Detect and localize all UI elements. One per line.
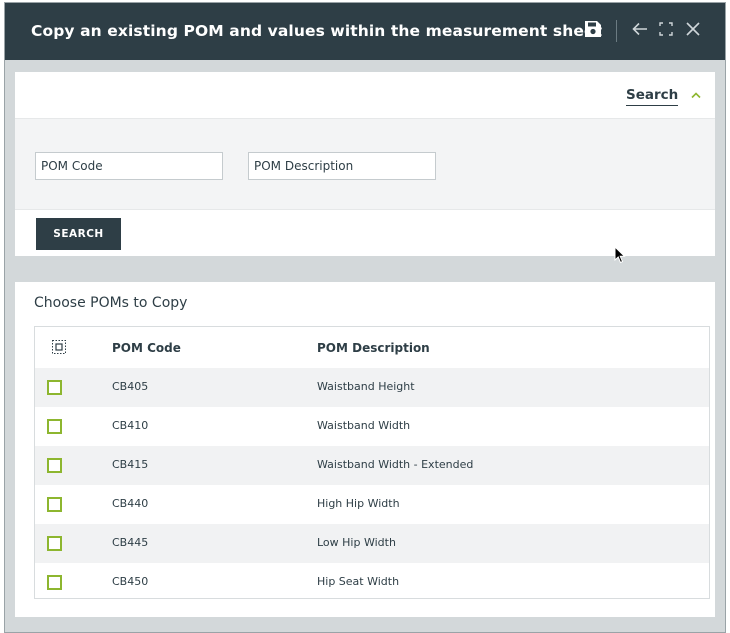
copy-pom-dialog: Copy an existing POM and values within t…: [4, 2, 726, 633]
table-row[interactable]: CB410 Waistband Width: [35, 407, 709, 446]
pom-description-input[interactable]: [248, 152, 436, 180]
pom-code-cell: CB415: [112, 458, 149, 471]
pom-code-cell: CB440: [112, 497, 149, 510]
pom-description-cell: Waistband Width - Extended: [317, 458, 474, 471]
search-panel-header: Search: [15, 72, 715, 118]
pom-code-input[interactable]: [35, 152, 223, 180]
table-row[interactable]: CB450 Hip Seat Width: [35, 563, 709, 598]
choose-poms-panel: Choose POMs to Copy POM Code POM Descrip…: [15, 282, 715, 617]
search-toggle[interactable]: Search: [626, 87, 701, 106]
select-all-icon[interactable]: [52, 339, 66, 354]
dialog-title: Copy an existing POM and values within t…: [31, 22, 603, 40]
row-checkbox[interactable]: [47, 380, 62, 395]
list-title: Choose POMs to Copy: [34, 295, 188, 311]
column-header-description: POM Description: [317, 341, 430, 355]
search-button[interactable]: SEARCH: [36, 218, 121, 250]
table-row[interactable]: CB440 High Hip Width: [35, 485, 709, 524]
pom-description-cell: Hip Seat Width: [317, 575, 400, 588]
pom-code-cell: CB410: [112, 419, 149, 432]
column-header-code: POM Code: [112, 341, 181, 355]
pom-description-cell: Waistband Height: [317, 380, 415, 393]
row-checkbox[interactable]: [47, 458, 62, 473]
search-fields-area: [15, 118, 715, 210]
table-row[interactable]: CB405 Waistband Height: [35, 368, 709, 407]
header-divider: [616, 20, 617, 42]
pom-table: POM Code POM Description CB405 Waistband…: [34, 326, 710, 599]
row-checkbox[interactable]: [47, 536, 62, 551]
table-header: POM Code POM Description: [35, 327, 709, 368]
table-row[interactable]: CB415 Waistband Width - Extended: [35, 446, 709, 485]
pom-description-cell: Low Hip Width: [317, 536, 396, 549]
pom-description-cell: Waistband Width: [317, 419, 411, 432]
fullscreen-icon[interactable]: [658, 20, 674, 42]
pom-code-cell: CB405: [112, 380, 149, 393]
row-checkbox[interactable]: [47, 419, 62, 434]
chevron-up-icon: [691, 88, 701, 102]
table-row[interactable]: CB445 Low Hip Width: [35, 524, 709, 563]
save-icon[interactable]: [584, 20, 602, 42]
pom-code-cell: CB450: [112, 575, 149, 588]
pom-description-cell: High Hip Width: [317, 497, 400, 510]
dialog-header: Copy an existing POM and values within t…: [5, 3, 725, 60]
mouse-cursor-icon: [614, 245, 626, 268]
search-panel: Search SEARCH: [15, 72, 715, 256]
row-checkbox[interactable]: [47, 575, 62, 590]
close-icon[interactable]: [685, 20, 701, 42]
pom-code-cell: CB445: [112, 536, 149, 549]
back-arrow-icon[interactable]: [631, 20, 649, 42]
search-toggle-label: Search: [626, 87, 679, 106]
row-checkbox[interactable]: [47, 497, 62, 512]
